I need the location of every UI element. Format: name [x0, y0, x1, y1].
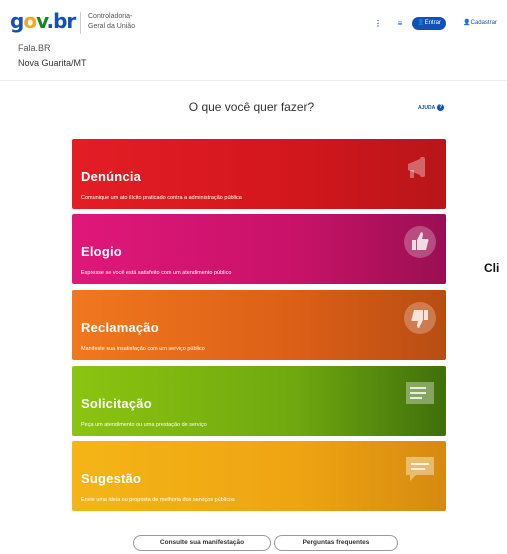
card-title: Denúncia — [81, 169, 142, 184]
govbr-logo[interactable]: gov.br — [10, 9, 76, 33]
card-description: Manifeste sua insatisfação com um serviç… — [81, 346, 205, 352]
megaphone-icon — [408, 157, 425, 178]
header: gov.br Controladoria- Geral da União Fal… — [0, 0, 507, 81]
help-icon: ? — [437, 104, 445, 111]
card-denuncia[interactable]: Denúncia Comunique um ato ilícito pratic… — [72, 139, 446, 209]
card-title: Elogio — [81, 244, 122, 259]
user-icon: 👤 — [417, 20, 425, 26]
consult-manifestation-button[interactable]: Consulte sua manifestação — [133, 535, 271, 551]
card-title: Solicitação — [81, 396, 152, 411]
card-solicitacao[interactable]: Solicitação Peça um atendimento ou uma p… — [72, 366, 446, 436]
entrar-button[interactable]: 👤Entrar — [412, 17, 446, 30]
card-description: Expresse se você está satisfeito com um … — [81, 270, 232, 276]
header-divider — [80, 12, 81, 34]
form-icon — [406, 382, 434, 404]
page: gov.br Controladoria- Geral da União Fal… — [0, 0, 507, 554]
thumbs-up-icon — [404, 226, 436, 258]
menu-icon[interactable]: ≡ — [396, 17, 404, 30]
organization-name: Controladoria- Geral da União — [88, 13, 136, 30]
city-name: Nova Guarita/MT — [18, 58, 87, 68]
card-reclamacao[interactable]: Reclamação Manifeste sua insatisfação co… — [72, 290, 446, 360]
card-sugestao[interactable]: Sugestão Envie uma ideia ou proposta de … — [72, 441, 446, 511]
thumbs-down-icon — [404, 302, 436, 334]
truncated-text: Cli — [484, 261, 500, 275]
card-title: Reclamação — [81, 320, 159, 335]
card-description: Envie uma ideia ou proposta de melhoria … — [81, 497, 235, 503]
chat-bubble-icon — [406, 457, 434, 481]
help-link[interactable]: AJUDA? — [418, 104, 445, 111]
card-title: Sugestão — [81, 471, 142, 486]
add-user-icon: 👤 — [463, 20, 471, 26]
system-name: Fala.BR — [18, 43, 51, 53]
card-description: Comunique um ato ilícito praticado contr… — [81, 195, 242, 201]
faq-button[interactable]: Perguntas frequentes — [274, 535, 398, 551]
more-options-icon[interactable]: ⋮ — [374, 17, 382, 30]
card-elogio[interactable]: Elogio Expresse se você está satisfeito … — [72, 214, 446, 284]
cadastrar-button[interactable]: 👤Cadastrar — [458, 17, 502, 30]
card-description: Peça um atendimento ou uma prestação de … — [81, 422, 207, 428]
